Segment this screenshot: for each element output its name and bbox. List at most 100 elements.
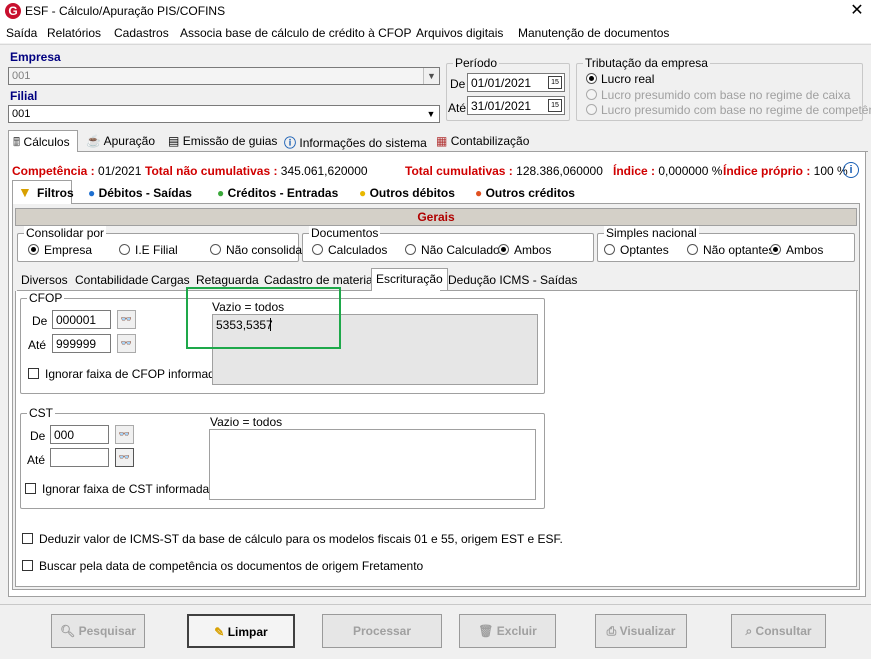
consolidar-title: Consolidar por bbox=[24, 226, 107, 240]
tab-creditos-label: Créditos - Entradas bbox=[227, 186, 339, 200]
cst-ignorar-checkbox[interactable] bbox=[25, 483, 36, 494]
radio-presumido-caixa[interactable] bbox=[586, 89, 597, 100]
cfop-title: CFOP bbox=[27, 291, 65, 305]
status-indice-proprio: Índice próprio : 100 % bbox=[723, 164, 848, 178]
processar-button[interactable]: Processar bbox=[322, 614, 442, 648]
radio-presumido-competencia[interactable] bbox=[586, 104, 597, 115]
cfop-ate-value: 999999 bbox=[56, 337, 97, 351]
periodo-de-field[interactable]: 01/01/2021 15 bbox=[467, 73, 565, 92]
orange-dot-icon: ● bbox=[475, 186, 483, 200]
doc-calculados-label: Calculados bbox=[328, 243, 388, 257]
filial-value: 001 bbox=[12, 108, 31, 120]
cum-label: Total cumulativas : bbox=[405, 164, 513, 178]
tab-calculos[interactable]: 🖩 Cálculos bbox=[8, 130, 78, 152]
radio-doc-ambos[interactable] bbox=[498, 244, 509, 255]
excluir-button[interactable]: 🗑︎ Excluir bbox=[459, 614, 556, 648]
binoculars-icon[interactable]: 👓 bbox=[115, 448, 134, 467]
visualizar-button[interactable]: ⎙ Visualizar bbox=[595, 614, 687, 648]
radio-consolidar-empresa[interactable] bbox=[28, 244, 39, 255]
filial-combo[interactable]: 001 ▼ bbox=[8, 105, 440, 123]
limpar-label: Limpar bbox=[227, 625, 268, 639]
excluir-label: Excluir bbox=[496, 624, 537, 638]
cst-ate-field[interactable] bbox=[50, 448, 109, 467]
radio-doc-calculados[interactable] bbox=[312, 244, 323, 255]
cum-value: 128.386,060000 bbox=[512, 164, 603, 178]
radio-simples-nao-optantes[interactable] bbox=[687, 244, 698, 255]
tab-contabilizacao[interactable]: ▦ Contabilização bbox=[432, 132, 533, 152]
tab-filtros-label: Filtros bbox=[37, 186, 74, 200]
menu-arquivos-digitais[interactable]: Arquivos digitais bbox=[416, 26, 503, 40]
buscar-checkbox[interactable] bbox=[22, 560, 33, 571]
menu-saida[interactable]: Saída bbox=[6, 26, 37, 40]
tab-creditos-entradas[interactable]: ● Créditos - Entradas bbox=[213, 184, 342, 204]
tab-diversos[interactable]: Diversos bbox=[17, 271, 72, 291]
radio-simples-optantes[interactable] bbox=[604, 244, 615, 255]
nao-consolidar-label: Não consolidar bbox=[226, 243, 307, 257]
gerais-header: Gerais bbox=[15, 208, 857, 226]
tab-emissao-label: Emissão de guias bbox=[182, 134, 278, 148]
cst-de-label: De bbox=[30, 429, 46, 443]
empresa-combo[interactable]: 001 ▼ bbox=[8, 67, 440, 85]
status-cumulativas: Total cumulativas : 128.386,060000 bbox=[405, 164, 603, 178]
radio-consolidar-ie-filial[interactable] bbox=[119, 244, 130, 255]
calendar-icon[interactable]: 15 bbox=[548, 99, 562, 112]
cfop-ate-label: Até bbox=[28, 338, 47, 352]
cfop-de-label: De bbox=[32, 314, 48, 328]
pesquisar-button[interactable]: 🔍︎ Pesquisar bbox=[51, 614, 145, 648]
info-icon[interactable]: i bbox=[843, 162, 859, 178]
cfop-ignorar-checkbox[interactable] bbox=[28, 368, 39, 379]
broom-icon: ✎ bbox=[214, 625, 225, 639]
tab-calculos-label: Cálculos bbox=[23, 135, 70, 149]
menu-cadastros[interactable]: Cadastros bbox=[114, 26, 169, 40]
tab-informacoes-sistema[interactable]: ⓘ Informações do sistema bbox=[280, 132, 431, 152]
empresa-label: Empresa bbox=[10, 50, 61, 64]
cst-ignorar-label: Ignorar faixa de CST informada bbox=[42, 482, 210, 496]
periodo-ate-label: Até bbox=[448, 101, 467, 115]
indice-value: 0,000000 % bbox=[655, 164, 723, 178]
radio-nao-consolidar[interactable] bbox=[210, 244, 221, 255]
info-icon: ⓘ bbox=[284, 136, 297, 150]
tab-contabilizacao-label: Contabilização bbox=[450, 134, 530, 148]
tab-deducao-icms[interactable]: Dedução ICMS - Saídas bbox=[444, 271, 581, 291]
cfop-de-field[interactable]: 000001 bbox=[52, 310, 111, 329]
cst-de-field[interactable]: 000 bbox=[50, 425, 109, 444]
tab-outros-creditos[interactable]: ● Outros créditos bbox=[471, 184, 579, 204]
binoculars-icon[interactable]: 👓 bbox=[115, 425, 134, 444]
deduzir-label: Deduzir valor de ICMS-ST da base de cálc… bbox=[39, 532, 563, 546]
window-title: ESF - Cálculo/Apuração PIS/COFINS bbox=[25, 4, 226, 18]
radio-doc-nao-calculados[interactable] bbox=[405, 244, 416, 255]
tab-filtros[interactable]: ▼ Filtros bbox=[12, 180, 74, 204]
tab-outros-debitos[interactable]: ● Outros débitos bbox=[355, 184, 459, 204]
menu-manutencao-documentos[interactable]: Manutenção de documentos bbox=[518, 26, 669, 40]
filter-icon: ▼ bbox=[18, 184, 32, 200]
cfop-ate-field[interactable]: 999999 bbox=[52, 334, 111, 353]
menu-relatorios[interactable]: Relatórios bbox=[47, 26, 101, 40]
close-icon[interactable]: ✕ bbox=[846, 1, 868, 21]
tab-debitos-saidas[interactable]: ● Débitos - Saídas bbox=[84, 184, 196, 204]
periodo-ate-field[interactable]: 31/01/2021 15 bbox=[467, 96, 565, 115]
buscar-label: Buscar pela data de competência os docum… bbox=[39, 559, 424, 573]
competencia-label: Competência : bbox=[12, 164, 95, 178]
title-bar: G ESF - Cálculo/Apuração PIS/COFINS ✕ bbox=[0, 0, 871, 23]
binoculars-icon[interactable]: 👓 bbox=[117, 310, 136, 329]
tab-outros-debitos-label: Outros débitos bbox=[369, 186, 455, 200]
limpar-button[interactable]: ✎ Limpar bbox=[187, 614, 295, 648]
status-nao-cumulativas: Total não cumulativas : 345.061,620000 bbox=[145, 164, 368, 178]
periodo-de-label: De bbox=[450, 77, 466, 91]
consultar-button[interactable]: ⌕ Consultar bbox=[731, 614, 826, 648]
tab-emissao-guias[interactable]: ▤ Emissão de guias bbox=[164, 132, 281, 152]
radio-simples-ambos[interactable] bbox=[770, 244, 781, 255]
calendar-icon[interactable]: 15 bbox=[548, 76, 562, 89]
documentos-title: Documentos bbox=[309, 226, 381, 240]
cst-list-field[interactable] bbox=[209, 429, 536, 500]
radio-lucro-real[interactable] bbox=[586, 73, 597, 84]
binoculars-icon[interactable]: 👓 bbox=[117, 334, 136, 353]
highlight-box bbox=[186, 287, 341, 349]
menu-associa-base[interactable]: Associa base de cálculo de crédito à CFO… bbox=[180, 26, 411, 40]
tab-apuracao[interactable]: ☕ Apuração bbox=[82, 132, 159, 152]
cfop-de-value: 000001 bbox=[56, 313, 97, 327]
empresa-value: 001 bbox=[12, 70, 31, 82]
deduzir-checkbox[interactable] bbox=[22, 533, 33, 544]
tab-escrituracao[interactable]: Escrituração bbox=[371, 268, 448, 291]
tab-contabilidade[interactable]: Contabilidade bbox=[71, 271, 152, 291]
